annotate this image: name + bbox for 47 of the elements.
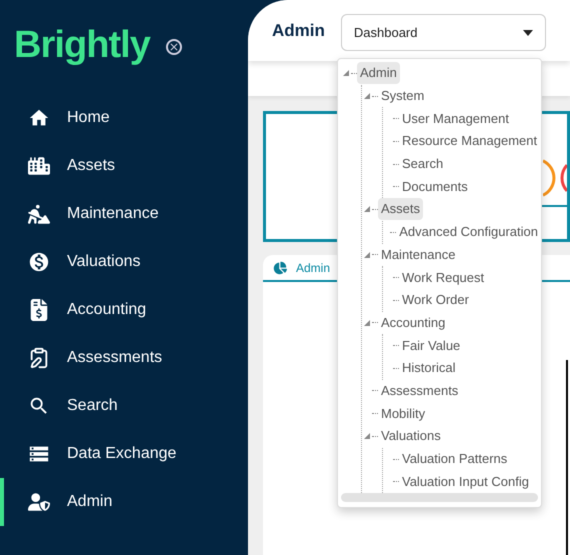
tree-item[interactable]: Advanced Configuration <box>396 221 541 244</box>
tree-item[interactable]: Assessments <box>378 380 462 402</box>
document-dollar-icon <box>28 299 50 321</box>
expanded-triangle-icon[interactable] <box>364 433 370 440</box>
tree-item[interactable]: User Management <box>399 108 512 130</box>
nav-item[interactable]: Accounting <box>0 286 248 334</box>
tree-item[interactable]: Documents <box>399 176 471 198</box>
shield-user-icon <box>28 491 50 513</box>
buildings-icon <box>28 155 50 177</box>
tree-item[interactable]: Valuation Patterns <box>399 448 510 470</box>
tree-item[interactable]: Work Request <box>399 266 488 289</box>
tree-item[interactable]: Mobility <box>378 402 428 425</box>
caret-icon <box>522 30 533 36</box>
tree-item[interactable]: Fair Value <box>399 334 464 357</box>
digging-person-icon <box>28 203 50 225</box>
tree-item[interactable]: Historical <box>399 357 458 380</box>
logo: Brightly <box>14 26 150 64</box>
tree-item[interactable]: Maintenance <box>378 244 458 266</box>
widget-title: Admin <box>296 260 330 276</box>
tree-item[interactable]: Search <box>399 153 446 176</box>
tree-item[interactable]: System <box>378 85 428 108</box>
tree-item[interactable]: Admin <box>357 62 400 84</box>
expanded-triangle-icon[interactable] <box>343 70 349 76</box>
tree-item[interactable]: Resource Management <box>399 130 540 152</box>
nav-item[interactable]: Maintenance <box>0 190 248 238</box>
nav-item[interactable]: Home <box>0 94 248 142</box>
clipboard-pencil-icon <box>28 347 50 369</box>
expanded-triangle-icon[interactable] <box>364 206 370 212</box>
nav-item[interactable]: Assessments <box>0 334 248 382</box>
nav-item[interactable]: Assets <box>0 142 248 190</box>
rings-drawing <box>543 157 567 199</box>
tree-item[interactable]: Assets <box>378 198 424 220</box>
pie-chart-icon <box>273 260 287 274</box>
dollar-coin-icon <box>28 251 50 273</box>
tree-item[interactable]: Work Order <box>399 289 472 312</box>
page-title: Admin <box>272 20 325 42</box>
expanded-triangle-icon[interactable] <box>364 93 370 100</box>
expanded-triangle-icon[interactable] <box>364 320 370 326</box>
nav-item[interactable]: Search <box>0 382 248 430</box>
nav-item[interactable]: Valuations <box>0 238 248 286</box>
tree-item[interactable]: Accounting <box>378 312 448 334</box>
tree-item[interactable]: Valuations <box>378 425 444 448</box>
expanded-triangle-icon[interactable] <box>364 252 370 258</box>
page-select[interactable]: Dashboard <box>340 14 546 51</box>
scrollbar[interactable] <box>341 493 538 502</box>
tree-item[interactable]: Valuation Input Config <box>399 470 532 493</box>
nav-item[interactable]: Data Exchange <box>0 430 248 478</box>
